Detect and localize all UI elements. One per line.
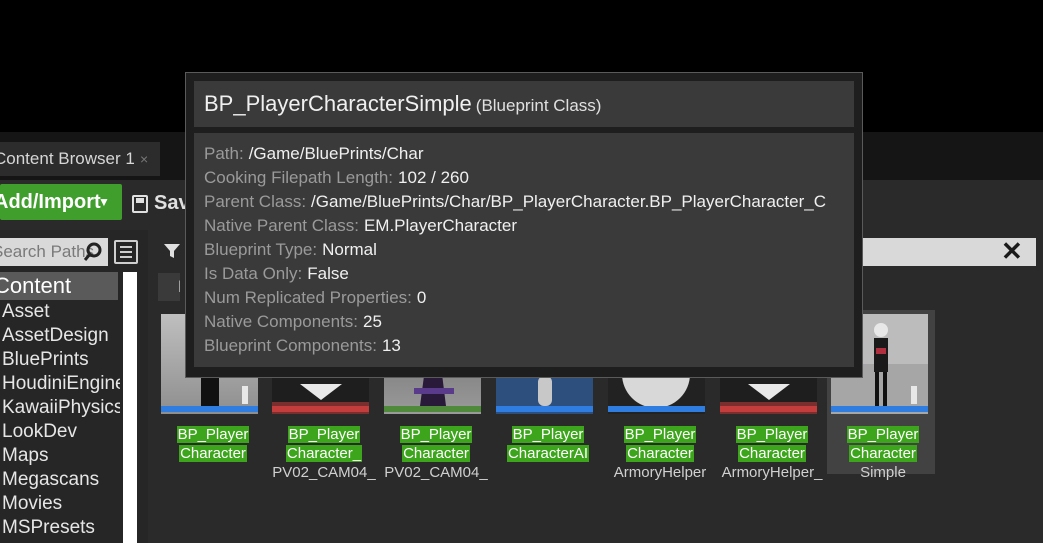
tooltip-row: Blueprint Components: 13 bbox=[204, 336, 401, 355]
tree-item[interactable]: Maps bbox=[2, 444, 48, 468]
save-all-button[interactable]: Save bbox=[132, 186, 201, 220]
asset-name: BP_Player Character_ PV02_CAM04_ bbox=[272, 426, 376, 481]
tooltip-row: Parent Class:/Game/BluePrints/Char/BP_Pl… bbox=[204, 192, 826, 211]
filter-icon[interactable] bbox=[164, 243, 180, 259]
tree-item[interactable]: HoudiniEngine bbox=[2, 372, 120, 396]
search-paths-placeholder: Search Paths bbox=[0, 242, 95, 261]
view-options-icon[interactable] bbox=[114, 240, 138, 264]
tooltip-row: Cooking Filepath Length: 102 / 260 bbox=[204, 168, 469, 187]
tooltip-row: Path:/Game/BluePrints/Char bbox=[204, 144, 424, 163]
asset-name: BP_Player Character Simple bbox=[846, 426, 920, 481]
search-paths-input[interactable]: Search Paths bbox=[0, 238, 108, 266]
asset-type-bar bbox=[161, 406, 258, 412]
asset-type-bar bbox=[272, 406, 369, 412]
tooltip-asset-class: (Blueprint Class) bbox=[475, 96, 602, 115]
tree-item[interactable]: BluePrints bbox=[2, 348, 89, 372]
asset-name: BP_Player Character bbox=[176, 426, 250, 462]
asset-name: BP_Player Character ArmoryHelper bbox=[613, 426, 707, 481]
tree-item[interactable]: AssetDesign bbox=[2, 324, 109, 348]
tooltip-header: BP_PlayerCharacterSimple (Blueprint Class… bbox=[194, 81, 854, 127]
add-import-button[interactable]: Add/Import ▼ bbox=[0, 184, 122, 220]
asset-type-bar bbox=[608, 406, 705, 412]
asset-name: BP_Player CharacterAI bbox=[506, 426, 590, 462]
path-breadcrumb[interactable]: B bbox=[158, 273, 180, 301]
tooltip-body: Path:/Game/BluePrints/Char Cooking Filep… bbox=[194, 133, 854, 367]
asset-name: BP_Player Character PV02_CAM04_ bbox=[384, 426, 488, 481]
search-icon[interactable] bbox=[83, 242, 103, 262]
asset-name: BP_Player Character ArmoryHelper_ bbox=[721, 426, 823, 481]
tree-item[interactable]: MSPresets bbox=[2, 516, 95, 540]
tab-label: Content Browser 1 bbox=[0, 149, 135, 168]
tab-content-browser[interactable]: Content Browser 1 × bbox=[0, 142, 160, 176]
tooltip-row: Is Data Only: False bbox=[204, 264, 349, 283]
clear-search-icon[interactable]: ✕ bbox=[1001, 237, 1023, 265]
chevron-down-icon: ▼ bbox=[98, 195, 110, 209]
add-import-label: Add/Import bbox=[0, 191, 101, 213]
breadcrumb-first-char: B bbox=[178, 273, 180, 301]
tree-scrollbar[interactable] bbox=[123, 272, 137, 543]
asset-type-bar bbox=[384, 406, 481, 412]
tab-close-icon[interactable]: × bbox=[140, 142, 148, 176]
folder-tree: Content Asset AssetDesign BluePrints Hou… bbox=[0, 272, 120, 543]
tree-item[interactable]: Movies bbox=[2, 492, 62, 516]
tree-item[interactable]: Megascans bbox=[2, 468, 99, 492]
tree-item[interactable]: LookDev bbox=[2, 420, 77, 444]
tree-item-content[interactable]: Content bbox=[0, 272, 118, 300]
save-icon bbox=[132, 194, 148, 213]
asset-tooltip: BP_PlayerCharacterSimple (Blueprint Class… bbox=[185, 72, 863, 378]
tree-root-label: Content bbox=[0, 273, 72, 298]
tooltip-asset-name: BP_PlayerCharacterSimple bbox=[204, 91, 472, 116]
asset-type-bar bbox=[496, 406, 593, 412]
tooltip-title: BP_PlayerCharacterSimple (Blueprint Class… bbox=[204, 81, 601, 129]
tree-item[interactable]: Asset bbox=[2, 300, 50, 324]
tooltip-row: Blueprint Type: Normal bbox=[204, 240, 377, 259]
tooltip-row: Num Replicated Properties: 0 bbox=[204, 288, 427, 307]
search-assets-input[interactable]: ✕ bbox=[860, 237, 1036, 266]
tooltip-row: Native Components: 25 bbox=[204, 312, 382, 331]
asset-type-bar bbox=[720, 406, 817, 412]
asset-type-bar bbox=[831, 406, 928, 412]
tree-item[interactable]: KawaiiPhysics bbox=[2, 396, 120, 420]
tooltip-row: Native Parent Class: EM.PlayerCharacter bbox=[204, 216, 518, 235]
